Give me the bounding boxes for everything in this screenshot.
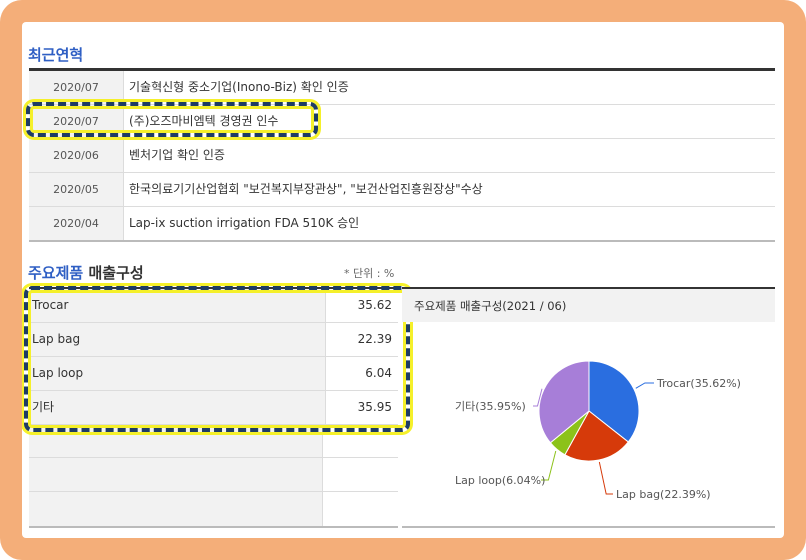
- pie-label: 기타(35.95%): [455, 400, 526, 413]
- history-date: 2020/07: [29, 71, 124, 104]
- highlight-history-row: [26, 102, 318, 137]
- history-bottom-rule: [29, 240, 775, 242]
- sales-title-blue: 주요제품: [28, 264, 84, 282]
- orange-frame: 최근연혁 2020/07 기술혁신형 중소기업(Inono-Biz) 확인 인증…: [0, 0, 806, 560]
- history-date: 2020/05: [29, 173, 124, 206]
- highlight-sales-table: [24, 286, 410, 432]
- history-text: 한국의료기기산업협회 "보건복지부장관상", "보건산업진흥원장상"수상: [129, 182, 483, 196]
- history-row: 2020/04 Lap-ix suction irrigation FDA 51…: [29, 207, 775, 240]
- chart-title: 주요제품 매출구성(2021 / 06): [402, 287, 775, 322]
- pie-chart: Trocar(35.62%) Lap bag(22.39%) Lap loop(6.…: [455, 360, 741, 501]
- history-date: 2020/06: [29, 139, 124, 172]
- chart-bottom-rule: [402, 526, 775, 528]
- history-title: 최근연혁: [28, 46, 84, 64]
- history-date: 2020/04: [29, 207, 124, 240]
- sales-empty-area: [29, 425, 323, 527]
- pie-label: Trocar(35.62%): [656, 377, 741, 390]
- pie-leader-line: [598, 461, 613, 495]
- unit-label: * 단위 : %: [344, 267, 395, 280]
- history-row: 2020/06 벤처기업 확인 인증: [29, 139, 775, 173]
- pie-label: Lap loop(6.04%): [455, 474, 545, 487]
- history-text: Lap-ix suction irrigation FDA 510K 승인: [129, 216, 360, 230]
- sales-title: 주요제품 매출구성: [28, 262, 144, 283]
- history-text: 기술혁신형 중소기업(Inono-Biz) 확인 인증: [129, 80, 349, 94]
- pie-leader-line: [635, 382, 654, 389]
- history-row: 2020/07 기술혁신형 중소기업(Inono-Biz) 확인 인증: [29, 71, 775, 105]
- history-text: 벤처기업 확인 인증: [129, 148, 225, 162]
- sales-title-dark: 매출구성: [88, 264, 144, 282]
- sales-empty-rule: [29, 491, 398, 492]
- sales-empty-rule: [29, 457, 398, 458]
- history-row: 2020/05 한국의료기기산업협회 "보건복지부장관상", "보건산업진흥원장…: [29, 173, 775, 207]
- pie-label: Lap bag(22.39%): [616, 488, 711, 501]
- content-panel: 최근연혁 2020/07 기술혁신형 중소기업(Inono-Biz) 확인 인증…: [22, 22, 784, 538]
- sales-bottom-rule: [29, 526, 398, 528]
